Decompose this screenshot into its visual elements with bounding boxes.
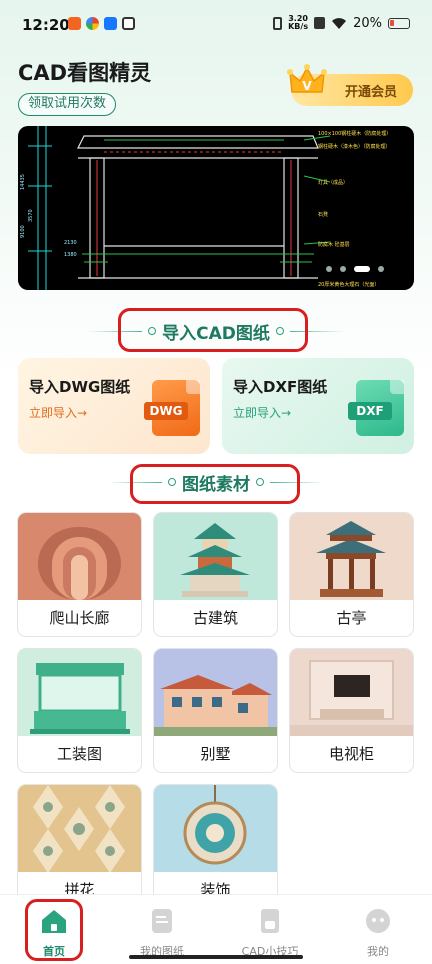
carousel-dot[interactable] [378, 266, 384, 272]
material-label: 电视柜 [328, 745, 374, 763]
material-tile-parquet[interactable]: 拼花 [18, 785, 141, 908]
highlight-box [118, 308, 308, 352]
material-tile-tv-cabinet[interactable]: 电视柜 [290, 649, 413, 772]
cad-dimension: 9100 [20, 225, 26, 238]
highlight-box [130, 464, 300, 504]
corridor-image [18, 513, 141, 600]
crown-icon: V [287, 64, 327, 93]
app-title: CAD看图精灵 [18, 61, 152, 85]
cad-dimension: 2130 [64, 240, 77, 246]
dwg-file-icon: DWG [144, 380, 200, 436]
carousel-dot-active[interactable] [354, 266, 370, 272]
material-label: 古建筑 [192, 609, 238, 627]
decoration-image [154, 785, 277, 872]
nav-my-drawings[interactable]: 我的图纸 [108, 895, 216, 964]
import-dxf-title: 导入DXF图纸 [233, 378, 328, 396]
svg-text:V: V [302, 79, 312, 93]
pavilion-image [290, 513, 413, 600]
material-tile-ancient-building[interactable]: 古建筑 [154, 513, 277, 636]
nfc-icon [314, 17, 326, 29]
fitout-image [18, 649, 141, 736]
material-tile-corridor[interactable]: 爬山长廊 [18, 513, 141, 636]
dxf-file-tag: DXF [348, 402, 392, 420]
vip-button-label: 开通会员 [345, 85, 398, 100]
home-indicator [129, 955, 303, 959]
import-dwg-action[interactable]: 立即导入→ [29, 404, 87, 421]
ancient-building-image [154, 513, 277, 600]
claim-trial-button[interactable]: 领取试用次数 [18, 93, 117, 116]
nav-profile-label: 我的 [367, 945, 389, 958]
status-bar: 12:20 3.20 KB/s 20% [0, 0, 432, 48]
material-label: 爬山长廊 [49, 609, 110, 627]
material-label: 古亭 [336, 609, 367, 627]
battery-icon [388, 17, 410, 29]
highlight-box [25, 899, 83, 961]
cad-annotation: 20厚米黄色大理石（光面） [318, 281, 379, 288]
cad-dimension: 14435 [20, 174, 26, 190]
material-tile-pavilion[interactable]: 古亭 [290, 513, 413, 636]
material-tile-villa[interactable]: 别墅 [154, 649, 277, 772]
import-dxf-card[interactable]: 导入DXF图纸 立即导入→ DXF [222, 358, 414, 454]
wifi-icon [332, 17, 347, 29]
notification-app-icon [68, 17, 81, 30]
vibrate-icon [273, 16, 283, 30]
notification-app-icon [122, 17, 135, 30]
import-dwg-title: 导入DWG图纸 [29, 378, 131, 396]
status-time: 12:20 [22, 16, 70, 34]
material-label: 工装图 [56, 745, 102, 763]
battery-percent: 20% [353, 15, 382, 31]
profile-icon [366, 909, 390, 933]
material-label: 别墅 [200, 745, 231, 763]
tv-cabinet-image [290, 649, 413, 736]
network-speed: 3.20 KB/s [288, 15, 308, 31]
cad-annotation: 灯具（成品） [318, 179, 348, 186]
vip-membership-button[interactable]: V 开通会员 [287, 64, 413, 106]
material-tile-fitout[interactable]: 工装图 [18, 649, 141, 772]
import-dxf-action[interactable]: 立即导入→ [233, 404, 291, 421]
carousel-dot[interactable] [326, 266, 332, 272]
dwg-file-tag: DWG [144, 402, 188, 420]
carousel-indicator [326, 266, 384, 272]
parquet-image [18, 785, 141, 872]
cad-dimension: 3570 [28, 209, 34, 222]
document-icon [152, 909, 172, 933]
cad-annotation: 防腐木 砼基层 [318, 241, 350, 248]
cad-dimension: 1380 [64, 252, 77, 258]
cad-annotation: 100×100钢柱硬木（防腐处理） [318, 130, 391, 137]
cad-annotation: 钢柱硬木（漆木色）（防腐处理） [318, 143, 391, 150]
book-icon [261, 909, 279, 933]
villa-image [154, 649, 277, 736]
import-dwg-card[interactable]: 导入DWG图纸 立即导入→ DWG [18, 358, 210, 454]
network-speed-unit: KB/s [288, 22, 309, 31]
notification-app-icon [86, 17, 99, 30]
cad-annotation: 石凳 [318, 211, 328, 218]
notification-app-icon [104, 17, 117, 30]
nav-profile[interactable]: 我的 [324, 895, 432, 964]
nav-cad-tips[interactable]: CAD小技巧 [216, 895, 324, 964]
material-tile-decoration[interactable]: 装饰 [154, 785, 277, 908]
carousel-dot[interactable] [340, 266, 346, 272]
dxf-file-icon: DXF [348, 380, 404, 436]
